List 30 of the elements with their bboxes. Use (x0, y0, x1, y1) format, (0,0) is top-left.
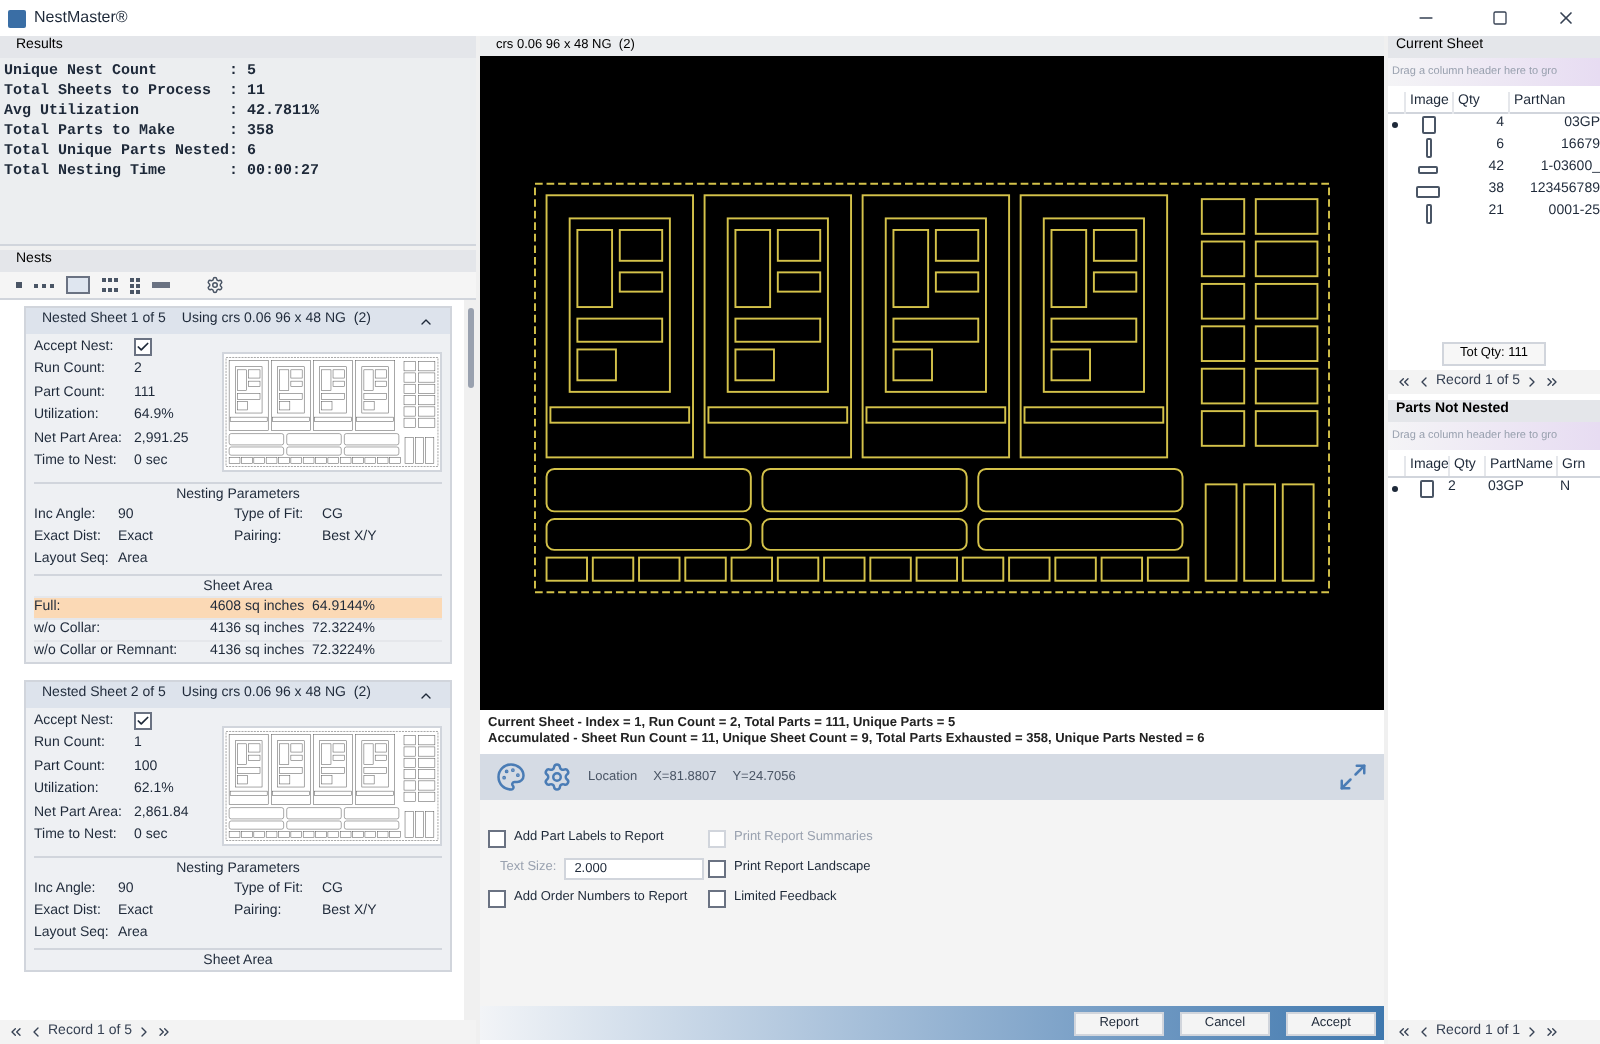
tile-view-icon[interactable] (130, 277, 140, 293)
palette-icon[interactable] (496, 762, 526, 792)
first-record-icon[interactable] (1396, 1024, 1412, 1040)
previous-record-icon[interactable] (1416, 1024, 1432, 1040)
checkbox[interactable] (708, 859, 726, 877)
part-shape-icon (1425, 203, 1431, 223)
settings-icon[interactable] (542, 762, 572, 792)
grid-view-icon[interactable] (102, 278, 118, 292)
fit-view-icon[interactable] (1338, 762, 1368, 792)
window-title: NestMaster® (34, 6, 128, 30)
first-record-icon[interactable] (1396, 373, 1412, 390)
first-record-icon[interactable] (8, 1024, 24, 1040)
checkbox[interactable] (134, 338, 152, 357)
previous-record-icon[interactable] (28, 1024, 44, 1040)
checkbox[interactable] (708, 889, 726, 907)
previous-record-icon[interactable] (1416, 373, 1432, 390)
last-record-icon[interactable] (1544, 1024, 1561, 1040)
close-icon[interactable] (1556, 8, 1576, 28)
column-view-icon[interactable] (66, 276, 90, 294)
app-logo-icon (8, 9, 26, 27)
part-shape-icon (1419, 479, 1433, 498)
scrollbar[interactable] (464, 300, 476, 1020)
maximize-icon[interactable] (1492, 10, 1508, 26)
checkbox[interactable] (488, 889, 506, 907)
checkbox[interactable] (488, 829, 506, 847)
part-shape-icon (1416, 185, 1440, 197)
settings-icon[interactable] (206, 276, 224, 294)
checkbox[interactable] (134, 712, 152, 731)
last-record-icon[interactable] (156, 1024, 173, 1040)
last-record-icon[interactable] (1544, 373, 1561, 390)
